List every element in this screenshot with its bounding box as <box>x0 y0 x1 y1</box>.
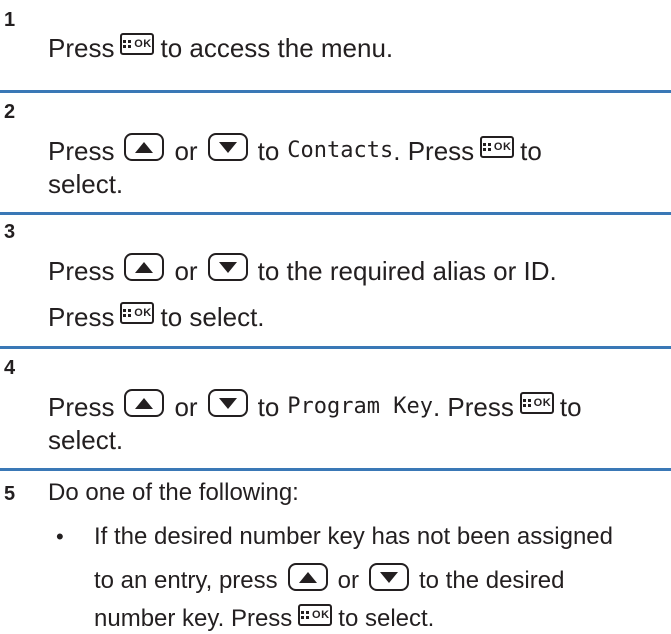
step-text: Press <box>48 256 115 286</box>
step-number: 2 <box>4 101 16 123</box>
step-text: to <box>257 136 280 166</box>
menu-ok-key-icon: OK <box>298 604 333 626</box>
bullet: • <box>56 524 64 549</box>
step-text: . Press <box>393 136 475 166</box>
step-text: to the required alias or ID. <box>257 256 557 286</box>
menu-item-name: Contacts <box>287 138 394 163</box>
divider <box>0 468 671 471</box>
menu-ok-key-icon: OK <box>120 302 155 324</box>
step-text: select. <box>48 169 124 199</box>
divider <box>0 212 671 215</box>
step-number: 3 <box>4 221 16 243</box>
step-text: to the desired <box>419 567 565 594</box>
menu-ok-key-icon: OK <box>120 33 155 55</box>
step-text: number key. Press <box>94 605 293 632</box>
step-text: Press <box>48 136 115 166</box>
up-arrow-key-icon <box>124 253 165 281</box>
step-text: Press <box>48 302 115 332</box>
step-text: or <box>174 392 198 422</box>
step-number: 4 <box>4 357 16 379</box>
step-text: If the desired number key has not been a… <box>94 523 613 550</box>
step-text: to <box>520 136 542 166</box>
procedure: 1 Press OK to access the menu. 2 Press o… <box>0 0 671 632</box>
step-text: . Press <box>432 392 514 422</box>
step-text: Do one of the following: <box>48 479 299 506</box>
step-text: to select. <box>338 605 435 632</box>
up-arrow-key-icon <box>124 389 165 417</box>
step-text: or <box>337 567 359 594</box>
step-number: 5 <box>4 483 16 505</box>
down-arrow-key-icon <box>207 253 248 281</box>
step-text: to select. <box>160 302 265 332</box>
step-number: 1 <box>4 9 16 31</box>
step-text: select. <box>48 425 124 455</box>
up-arrow-key-icon <box>124 133 165 161</box>
step-text: Press <box>48 33 115 63</box>
step-text: to <box>559 392 582 422</box>
step-text: to <box>257 392 280 422</box>
divider <box>0 90 671 93</box>
menu-ok-key-icon: OK <box>480 136 515 158</box>
menu-item-name: Program Key <box>287 394 433 419</box>
step-text: to access the menu. <box>160 33 394 63</box>
down-arrow-key-icon <box>207 389 248 417</box>
menu-ok-key-icon: OK <box>519 392 554 414</box>
down-arrow-key-icon <box>207 133 248 161</box>
down-arrow-key-icon <box>369 563 409 591</box>
step-text: Press <box>48 392 115 422</box>
up-arrow-key-icon <box>287 563 328 591</box>
step-text: or <box>174 136 198 166</box>
divider <box>0 346 671 349</box>
step-text: to an entry, press <box>94 567 278 594</box>
step-text: or <box>174 256 198 286</box>
